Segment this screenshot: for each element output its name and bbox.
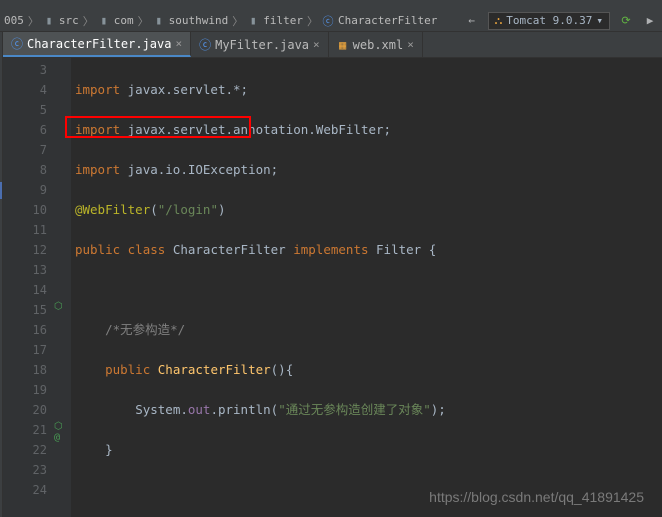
breadcrumb-item[interactable]: CharacterFilter	[338, 14, 437, 27]
class-icon: ⓒ	[322, 15, 334, 27]
tab-label: web.xml	[353, 38, 404, 52]
line-number: 23	[5, 460, 47, 480]
editor-area: ⓒ CharacterFilter.java × ⓒ MyFilter.java…	[3, 32, 662, 517]
chevron-right-icon: 〉	[138, 13, 149, 29]
breadcrumb-item[interactable]: src	[59, 14, 79, 27]
line-number: 13	[5, 260, 47, 280]
chevron-right-icon: 〉	[83, 13, 94, 29]
line-number: 20	[5, 400, 47, 420]
override-icon[interactable]: ⬡	[54, 301, 63, 312]
override-icon[interactable]: ⬡ @	[54, 421, 71, 443]
chevron-right-icon: 〉	[232, 13, 243, 29]
tab-label: CharacterFilter.java	[27, 37, 172, 51]
tab-myfilter[interactable]: ⓒ MyFilter.java ×	[191, 32, 329, 57]
run-config-selector[interactable]: ⛬ Tomcat 9.0.37 ▾	[488, 12, 610, 30]
line-number-gutter: 3 4 5 6 7 8 9 10 11 12 13 14 15 16 17 18…	[3, 58, 53, 517]
menu-bar	[0, 0, 662, 10]
code-content[interactable]: import javax.servlet.*; import javax.ser…	[71, 58, 662, 517]
java-icon: ⓒ	[199, 39, 211, 51]
editor-body[interactable]: 3 4 5 6 7 8 9 10 11 12 13 14 15 16 17 18…	[3, 58, 662, 517]
line-number: 21	[5, 420, 47, 440]
line-number: 12	[5, 240, 47, 260]
breadcrumb-item[interactable]: com	[114, 14, 134, 27]
tab-webxml[interactable]: ▦ web.xml ×	[329, 32, 423, 57]
line-number: 10	[5, 200, 47, 220]
line-number: 6	[5, 120, 47, 140]
line-number: 19	[5, 380, 47, 400]
toolbar: 005 〉 ▮ src 〉 ▮ com 〉 ▮ southwind 〉 ▮ fi…	[0, 10, 662, 32]
line-number: 24	[5, 480, 47, 500]
line-number: 16	[5, 320, 47, 340]
line-number: 18	[5, 360, 47, 380]
tab-label: MyFilter.java	[215, 38, 309, 52]
line-number: 14	[5, 280, 47, 300]
tomcat-icon: ⛬	[495, 14, 503, 28]
line-number: 11	[5, 220, 47, 240]
back-icon[interactable]: ←	[464, 13, 480, 29]
breadcrumb-item[interactable]: southwind	[169, 14, 229, 27]
line-number: 5	[5, 100, 47, 120]
line-number: 15	[5, 300, 47, 320]
folder-icon: ▮	[153, 15, 165, 27]
folder-icon: ▮	[247, 15, 259, 27]
folder-icon: ▮	[98, 15, 110, 27]
line-number: 3	[5, 60, 47, 80]
tab-characterfilter[interactable]: ⓒ CharacterFilter.java ×	[3, 32, 191, 57]
line-number: 22	[5, 440, 47, 460]
main-area: et005 G m.south filter Cha MyF servlet L…	[0, 32, 662, 517]
line-number: 9	[5, 180, 47, 200]
watermark: https://blog.csdn.net/qq_41891425	[429, 489, 644, 505]
breadcrumb-item[interactable]: filter	[263, 14, 303, 27]
annotation-highlight	[65, 116, 251, 138]
toolbar-right: ← ⛬ Tomcat 9.0.37 ▾ ⟳ ▶	[464, 12, 658, 30]
editor-tabs: ⓒ CharacterFilter.java × ⓒ MyFilter.java…	[3, 32, 662, 58]
run-config-label: Tomcat 9.0.37	[506, 14, 592, 27]
chevron-right-icon: 〉	[307, 13, 318, 29]
folder-icon: ▮	[43, 15, 55, 27]
breadcrumb: 005 〉 ▮ src 〉 ▮ com 〉 ▮ southwind 〉 ▮ fi…	[4, 13, 460, 29]
close-icon[interactable]: ×	[407, 38, 414, 51]
run-icon[interactable]: ▶	[642, 13, 658, 29]
java-icon: ⓒ	[11, 38, 23, 50]
breadcrumb-item[interactable]: 005	[4, 14, 24, 27]
line-number: 17	[5, 340, 47, 360]
line-number: 4	[5, 80, 47, 100]
line-number: 7	[5, 140, 47, 160]
close-icon[interactable]: ×	[313, 38, 320, 51]
line-number: 8	[5, 160, 47, 180]
chevron-right-icon: 〉	[28, 13, 39, 29]
build-icon[interactable]: ⟳	[618, 13, 634, 29]
chevron-down-icon: ▾	[596, 14, 603, 27]
xml-icon: ▦	[337, 39, 349, 51]
close-icon[interactable]: ×	[175, 37, 182, 50]
